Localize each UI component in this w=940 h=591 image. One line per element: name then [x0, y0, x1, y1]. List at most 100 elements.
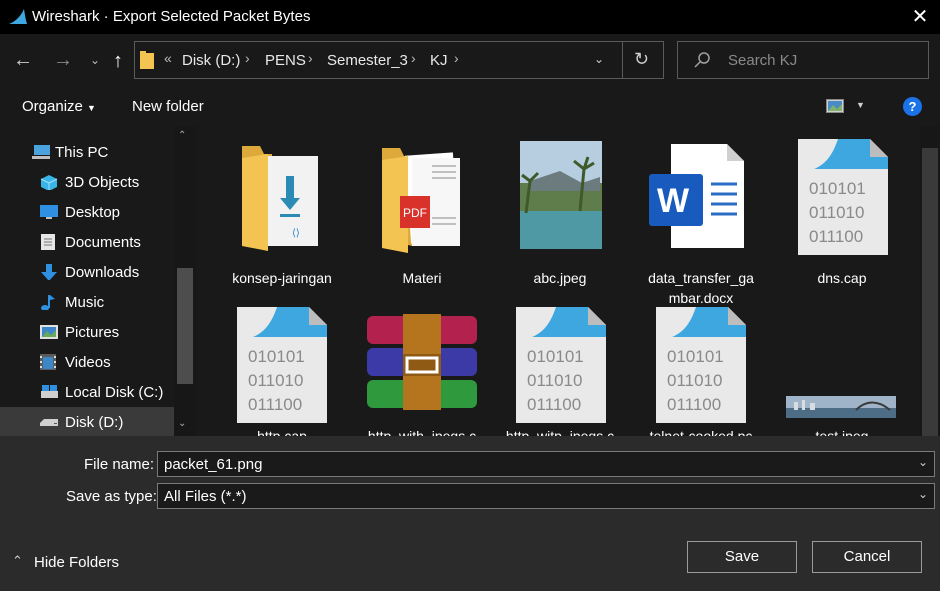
sidebar-item-label: Documents — [65, 234, 141, 251]
file-item[interactable]: PDF Materi — [363, 136, 481, 296]
refresh-icon[interactable]: ↻ — [634, 49, 649, 70]
download-icon — [41, 264, 57, 280]
search-input[interactable]: Search KJ — [728, 52, 797, 69]
search-box[interactable] — [677, 41, 929, 79]
arrow-up-icon[interactable]: ↑ — [105, 48, 131, 74]
file-name: http_with_jpegs.c — [367, 428, 477, 436]
svg-text:⟨⟩: ⟨⟩ — [292, 228, 300, 239]
breadcrumb-item[interactable]: Semester_3 — [327, 52, 408, 69]
scroll-up-icon[interactable]: ⌃ — [178, 130, 186, 141]
file-name: test.jpeg — [815, 428, 869, 436]
close-icon[interactable]: ✕ — [906, 5, 934, 29]
breadcrumb-separator: › — [308, 50, 313, 66]
sidebar-item-desktop[interactable]: Desktop — [0, 197, 174, 227]
svg-text:011010: 011010 — [527, 371, 582, 390]
sidebar-item-pictures[interactable]: Pictures — [0, 317, 174, 347]
file-item[interactable]: 010101 011010 011100 http_witp_jpegs.c — [501, 304, 619, 436]
window-title: Wireshark · Export Selected Packet Bytes — [32, 8, 311, 25]
file-item[interactable]: 010101 011010 011100 dns.cap — [783, 136, 901, 296]
save-button[interactable]: Save — [687, 541, 797, 573]
svg-text:011100: 011100 — [667, 395, 721, 414]
filename-label: File name: — [84, 456, 155, 473]
savetype-value[interactable]: All Files (*.*) — [164, 488, 247, 505]
file-list: ⟨⟩ konsep-jaringan PDF Materi abc.jpeg W… — [196, 126, 940, 436]
sidebar-item-local-disk-c[interactable]: Local Disk (C:) — [0, 377, 174, 407]
breadcrumb-item[interactable]: KJ — [430, 52, 448, 69]
svg-text:011100: 011100 — [248, 395, 302, 414]
file-name: http_witp_jpegs.c — [505, 428, 615, 436]
content-scroll-thumb[interactable] — [922, 148, 938, 436]
savetype-label: Save as type: — [66, 488, 157, 505]
sidebar-scroll-thumb[interactable] — [177, 268, 193, 384]
capture-file-icon: 010101 011010 011100 — [516, 307, 606, 423]
scroll-down-icon[interactable]: ⌄ — [178, 418, 186, 429]
savetype-select[interactable]: All Files (*.*) ⌄ — [157, 483, 935, 509]
sidebar-item-label: Desktop — [65, 204, 121, 221]
help-icon[interactable]: ? — [903, 97, 922, 116]
file-item[interactable]: abc.jpeg — [501, 136, 619, 296]
image-thumbnail — [786, 396, 896, 418]
breadcrumb-item[interactable]: PENS — [265, 52, 306, 69]
documents-icon — [41, 234, 55, 250]
svg-text:PDF: PDF — [403, 206, 427, 220]
svg-text:011010: 011010 — [248, 371, 303, 390]
file-name: konsep-jaringan — [232, 270, 332, 286]
desktop-icon — [40, 205, 58, 219]
breadcrumb-separator: › — [411, 50, 416, 66]
sidebar-item-documents[interactable]: Documents — [0, 227, 174, 257]
sidebar-item-disk-d[interactable]: Disk (D:) — [0, 407, 174, 436]
sidebar-item-label: Music — [65, 294, 105, 311]
archive-icon — [367, 314, 477, 410]
chevron-down-icon[interactable]: ⌄ — [918, 487, 928, 501]
videos-icon — [40, 354, 56, 370]
sidebar-item-videos[interactable]: Videos — [0, 347, 174, 377]
file-item[interactable]: 010101 011010 011100 http.cap — [223, 304, 341, 436]
chevron-down-icon[interactable]: ⌄ — [918, 455, 928, 469]
svg-text:011010: 011010 — [809, 203, 864, 222]
file-item[interactable]: ⟨⟩ konsep-jaringan — [223, 136, 341, 296]
music-icon — [41, 295, 55, 310]
word-document-icon: W — [649, 144, 744, 248]
svg-text:011010: 011010 — [667, 371, 722, 390]
svg-text:010101: 010101 — [248, 347, 305, 366]
sidebar-item-music[interactable]: Music — [0, 287, 174, 317]
hide-folders-button[interactable]: Hide Folders — [34, 554, 119, 571]
folder-download-icon: ⟨⟩ — [242, 146, 318, 251]
breadcrumb-item[interactable]: Disk (D:) — [182, 52, 240, 69]
navigation-pane: This PC 3D Objects Desktop Documents Dow… — [0, 126, 196, 436]
file-item[interactable]: 010101 011010 011100 telnet-cooked.pc — [642, 304, 760, 436]
filename-value[interactable]: packet_61.png — [164, 456, 262, 473]
sidebar-item-this-pc[interactable]: This PC — [0, 137, 174, 167]
breadcrumb-overflow[interactable]: « — [164, 50, 172, 66]
arrow-left-icon[interactable]: ← — [10, 47, 36, 73]
svg-text:011100: 011100 — [809, 227, 863, 246]
svg-text:010101: 010101 — [527, 347, 584, 366]
cube-icon — [40, 175, 58, 190]
view-options-icon[interactable] — [826, 99, 844, 113]
svg-text:W: W — [657, 182, 690, 220]
capture-file-icon: 010101 011010 011100 — [798, 139, 888, 255]
wireshark-logo-icon — [9, 9, 27, 24]
file-item[interactable]: test.jpeg — [783, 304, 901, 436]
sidebar-item-label: Downloads — [65, 264, 140, 281]
file-name: abc.jpeg — [533, 270, 587, 286]
file-name: data_transfer_ga — [648, 270, 754, 286]
sidebar-item-label: Local Disk (C:) — [65, 384, 164, 401]
sidebar-item-3d-objects[interactable]: 3D Objects — [0, 167, 174, 197]
file-item[interactable]: http_with_jpegs.c — [363, 304, 481, 436]
file-item[interactable]: W data_transfer_ga mbar.docx — [642, 136, 760, 306]
cancel-button[interactable]: Cancel — [812, 541, 922, 573]
filename-field[interactable]: packet_61.png ⌄ — [157, 451, 935, 477]
file-name: http.cap — [257, 428, 307, 436]
arrow-right-icon[interactable]: → — [50, 47, 76, 73]
new-folder-button[interactable]: New folder — [132, 98, 204, 115]
sidebar-item-downloads[interactable]: Downloads — [0, 257, 174, 287]
organize-button[interactable]: Organize ▼ — [22, 98, 96, 115]
folder-pdf-icon: PDF — [382, 148, 460, 253]
chevron-up-icon[interactable]: ⌃ — [12, 553, 23, 569]
view-dropdown-icon[interactable]: ▼ — [856, 100, 865, 110]
file-name: telnet-cooked.pc — [649, 428, 753, 436]
drive-icon — [41, 385, 58, 398]
image-thumbnail — [520, 141, 602, 249]
address-dropdown-icon[interactable]: ⌄ — [594, 52, 604, 66]
